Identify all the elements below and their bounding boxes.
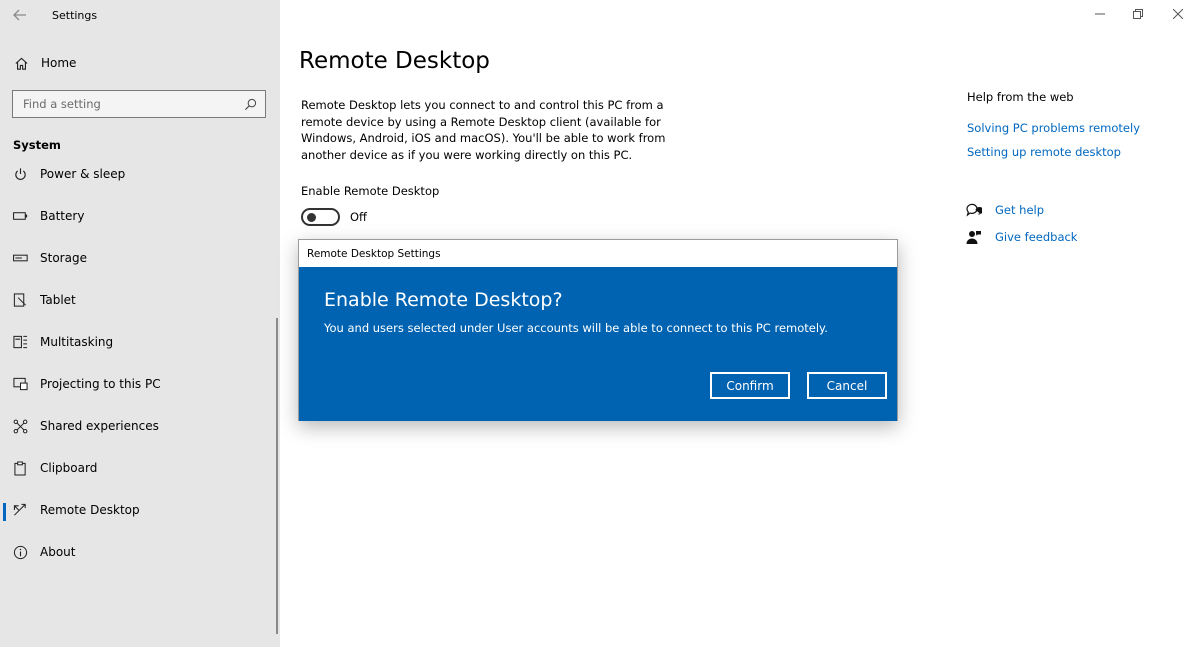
toggle-label: Enable Remote Desktop (301, 184, 440, 198)
give-feedback-link[interactable]: Give feedback (995, 230, 1077, 244)
confirm-button[interactable]: Confirm (710, 372, 790, 399)
page-title: Remote Desktop (299, 48, 490, 74)
close-icon (1173, 9, 1183, 19)
sidebar-item-remote-desktop[interactable]: Remote Desktop (0, 495, 276, 525)
clipboard-icon (12, 460, 28, 476)
projecting-icon (12, 376, 28, 392)
close-button[interactable] (1158, 0, 1198, 28)
power-icon (12, 166, 28, 182)
get-help-row[interactable]: Get help (966, 201, 1044, 219)
about-icon (12, 544, 28, 560)
confirm-dialog: Remote Desktop Settings Enable Remote De… (298, 239, 898, 421)
link-setting-up-remote-desktop[interactable]: Setting up remote desktop (967, 145, 1121, 159)
give-feedback-icon (966, 230, 981, 244)
search-icon[interactable] (244, 98, 257, 111)
sidebar-item-tablet[interactable]: Tablet (0, 285, 276, 315)
section-title: System (13, 138, 61, 152)
dialog-body: Enable Remote Desktop? You and users sel… (299, 267, 897, 421)
dialog-heading: Enable Remote Desktop? (324, 289, 563, 311)
sidebar-item-label: Battery (40, 209, 85, 223)
search-box[interactable] (12, 90, 266, 118)
minimize-button[interactable] (1080, 0, 1120, 28)
toggle-knob (307, 213, 316, 222)
sidebar-item-label: Remote Desktop (40, 503, 140, 517)
sidebar: Settings Home System Power & sleep Batte… (0, 0, 280, 647)
cancel-button[interactable]: Cancel (807, 372, 887, 399)
search-input[interactable] (23, 97, 223, 111)
sidebar-item-battery[interactable]: Battery (0, 201, 276, 231)
tablet-icon (12, 292, 28, 308)
sidebar-item-label: Shared experiences (40, 419, 159, 433)
restore-icon (1133, 9, 1143, 19)
sidebar-item-projecting[interactable]: Projecting to this PC (0, 369, 276, 399)
sidebar-item-label: Multitasking (40, 335, 114, 349)
sidebar-item-label: Clipboard (40, 461, 98, 475)
help-title: Help from the web (967, 90, 1074, 104)
enable-remote-desktop-toggle[interactable] (301, 208, 340, 226)
sidebar-home[interactable]: Home (0, 50, 280, 76)
home-icon (15, 57, 28, 70)
sidebar-item-shared-experiences[interactable]: Shared experiences (0, 411, 276, 441)
remote-desktop-icon (12, 502, 28, 518)
sidebar-item-label: Storage (40, 251, 87, 265)
sidebar-item-label: Power & sleep (40, 167, 126, 181)
link-solving-pc-problems[interactable]: Solving PC problems remotely (967, 121, 1140, 135)
title-bar: Settings (0, 0, 280, 30)
app-title: Settings (52, 8, 98, 22)
sidebar-nav: Power & sleep Battery Storage Tablet Mul… (0, 162, 280, 582)
sidebar-item-power-sleep[interactable]: Power & sleep (0, 162, 276, 189)
restore-button[interactable] (1118, 0, 1158, 28)
shared-experiences-icon (12, 418, 28, 434)
sidebar-item-label: Projecting to this PC (40, 377, 161, 391)
sidebar-scrollbar[interactable] (276, 318, 278, 634)
sidebar-home-label: Home (41, 56, 77, 70)
toggle-state: Off (350, 210, 367, 224)
page-description: Remote Desktop lets you connect to and c… (301, 98, 666, 162)
sidebar-item-storage[interactable]: Storage (0, 243, 276, 273)
sidebar-item-about[interactable]: About (0, 537, 276, 567)
dialog-title-bar: Remote Desktop Settings (299, 240, 897, 267)
multitasking-icon (12, 334, 28, 350)
storage-icon (12, 250, 28, 266)
get-help-link[interactable]: Get help (995, 203, 1044, 217)
give-feedback-row[interactable]: Give feedback (966, 228, 1077, 246)
battery-icon (12, 208, 28, 224)
minimize-icon (1095, 13, 1105, 15)
get-help-icon (966, 203, 982, 217)
back-arrow-icon (13, 9, 26, 21)
dialog-message: You and users selected under User accoun… (324, 321, 828, 335)
back-button[interactable] (0, 0, 40, 30)
sidebar-item-label: Tablet (40, 293, 76, 307)
sidebar-item-clipboard[interactable]: Clipboard (0, 453, 276, 483)
sidebar-item-multitasking[interactable]: Multitasking (0, 327, 276, 357)
sidebar-item-label: About (40, 545, 76, 559)
